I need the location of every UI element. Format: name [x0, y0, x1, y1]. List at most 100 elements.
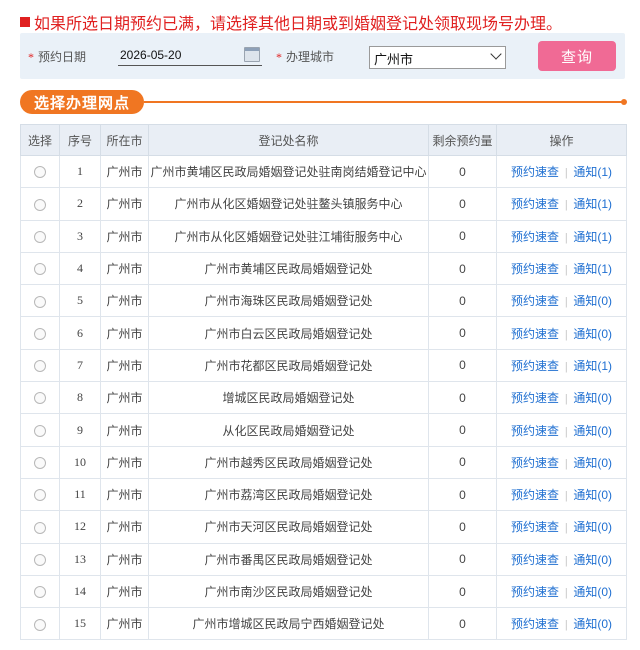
notice-link[interactable]: 通知(0)	[573, 617, 612, 631]
action-separator: |	[564, 617, 568, 632]
quick-booking-link[interactable]: 预约速查	[511, 424, 559, 438]
row-office-name: 广州市番禺区民政局婚姻登记处	[148, 542, 429, 576]
row-remaining: 0	[428, 284, 497, 318]
query-button[interactable]: 查询	[538, 41, 616, 71]
col-remaining: 剩余预约量	[428, 124, 497, 156]
row-remaining: 0	[428, 251, 497, 286]
notice-link[interactable]: 通知(0)	[573, 391, 612, 405]
row-office-name: 增城区民政局婚姻登记处	[148, 381, 429, 415]
action-separator: |	[564, 488, 568, 503]
row-radio[interactable]	[34, 489, 46, 502]
row-select-cell[interactable]	[20, 251, 60, 286]
row-office-name: 广州市黄埔区民政局婚姻登记处	[148, 251, 429, 286]
row-remaining: 0	[428, 219, 497, 253]
calendar-icon[interactable]	[244, 47, 260, 62]
section-divider	[144, 101, 622, 103]
row-office-name: 广州市增城区民政局宁西婚姻登记处	[148, 607, 429, 641]
quick-booking-link[interactable]: 预约速查	[511, 456, 559, 470]
quick-booking-link[interactable]: 预约速查	[511, 294, 559, 308]
row-select-cell[interactable]	[20, 607, 60, 641]
notice-link[interactable]: 通知(0)	[573, 553, 612, 567]
row-remaining: 0	[428, 381, 497, 415]
row-select-cell[interactable]	[20, 348, 60, 383]
city-select[interactable]: 广州市	[369, 46, 506, 69]
notice-link[interactable]: 通知(0)	[573, 294, 612, 308]
row-radio[interactable]	[34, 230, 46, 243]
notice-link[interactable]: 通知(0)	[573, 327, 612, 341]
action-separator: |	[564, 358, 568, 373]
notice-square-icon	[20, 17, 30, 27]
row-city: 广州市	[100, 574, 149, 609]
quick-booking-link[interactable]: 预约速查	[511, 230, 559, 244]
row-select-cell[interactable]	[20, 187, 60, 221]
notice-link[interactable]: 通知(1)	[573, 197, 612, 211]
row-remaining: 0	[428, 574, 497, 609]
row-office-name: 广州市南沙区民政局婚姻登记处	[148, 574, 429, 609]
row-radio[interactable]	[34, 166, 46, 179]
date-input[interactable]	[120, 45, 238, 65]
row-remaining: 0	[428, 510, 497, 544]
date-field[interactable]	[118, 45, 262, 66]
quick-booking-link[interactable]: 预约速查	[511, 520, 559, 534]
quick-booking-link[interactable]: 预约速查	[511, 262, 559, 276]
row-select-cell[interactable]	[20, 284, 60, 318]
row-select-cell[interactable]	[20, 477, 60, 512]
row-number: 13	[59, 542, 101, 576]
table-row: 8 广州市 增城区民政局婚姻登记处 0 预约速查 | 通知(0)	[20, 381, 627, 415]
row-select-cell[interactable]	[20, 316, 60, 350]
row-radio[interactable]	[34, 521, 46, 534]
col-city: 所在市	[100, 124, 149, 156]
row-select-cell[interactable]	[20, 413, 60, 447]
row-select-cell[interactable]	[20, 574, 60, 609]
row-select-cell[interactable]	[20, 510, 60, 544]
table-row: 1 广州市 广州市黄埔区民政局婚姻登记处驻南岗结婚登记中心 0 预约速查 | 通知(1)	[20, 154, 627, 189]
notice-link[interactable]: 通知(1)	[573, 262, 612, 276]
row-actions: 预约速查 | 通知(1)	[496, 187, 627, 221]
row-number: 2	[59, 187, 101, 221]
quick-booking-link[interactable]: 预约速查	[511, 391, 559, 405]
section-dot	[621, 99, 627, 105]
quick-booking-link[interactable]: 预约速查	[511, 488, 559, 502]
row-radio[interactable]	[34, 263, 46, 276]
row-select-cell[interactable]	[20, 445, 60, 479]
notice-link[interactable]: 通知(0)	[573, 520, 612, 534]
notice-link[interactable]: 通知(0)	[573, 488, 612, 502]
notice-link[interactable]: 通知(1)	[573, 359, 612, 373]
row-remaining: 0	[428, 316, 497, 350]
row-actions: 预约速查 | 通知(0)	[496, 445, 627, 479]
row-select-cell[interactable]	[20, 219, 60, 253]
row-radio[interactable]	[34, 327, 46, 340]
row-radio[interactable]	[34, 586, 46, 599]
row-actions: 预约速查 | 通知(0)	[496, 381, 627, 415]
row-select-cell[interactable]	[20, 154, 60, 189]
table-row: 5 广州市 广州市海珠区民政局婚姻登记处 0 预约速查 | 通知(0)	[20, 284, 627, 318]
row-radio[interactable]	[34, 295, 46, 308]
quick-booking-link[interactable]: 预约速查	[511, 553, 559, 567]
notice-link[interactable]: 通知(0)	[573, 424, 612, 438]
quick-booking-link[interactable]: 预约速查	[511, 327, 559, 341]
row-select-cell[interactable]	[20, 381, 60, 415]
quick-booking-link[interactable]: 预约速查	[511, 617, 559, 631]
quick-booking-link[interactable]: 预约速查	[511, 197, 559, 211]
row-radio[interactable]	[34, 618, 46, 631]
notice-link[interactable]: 通知(0)	[573, 585, 612, 599]
table-row: 10 广州市 广州市越秀区民政局婚姻登记处 0 预约速查 | 通知(0)	[20, 445, 627, 479]
row-city: 广州市	[100, 413, 149, 447]
row-remaining: 0	[428, 413, 497, 447]
quick-booking-link[interactable]: 预约速查	[511, 165, 559, 179]
table-row: 3 广州市 广州市从化区婚姻登记处驻江埔街服务中心 0 预约速查 | 通知(1)	[20, 219, 627, 253]
row-radio[interactable]	[34, 553, 46, 566]
notice-link[interactable]: 通知(1)	[573, 165, 612, 179]
row-radio[interactable]	[34, 360, 46, 373]
row-radio[interactable]	[34, 392, 46, 405]
row-radio[interactable]	[34, 457, 46, 470]
row-office-name: 广州市从化区婚姻登记处驻江埔街服务中心	[148, 219, 429, 253]
row-office-name: 广州市花都区民政局婚姻登记处	[148, 348, 429, 383]
row-radio[interactable]	[34, 198, 46, 211]
row-select-cell[interactable]	[20, 542, 60, 576]
quick-booking-link[interactable]: 预约速查	[511, 585, 559, 599]
quick-booking-link[interactable]: 预约速查	[511, 359, 559, 373]
row-radio[interactable]	[34, 424, 46, 437]
notice-link[interactable]: 通知(0)	[573, 456, 612, 470]
notice-link[interactable]: 通知(1)	[573, 230, 612, 244]
